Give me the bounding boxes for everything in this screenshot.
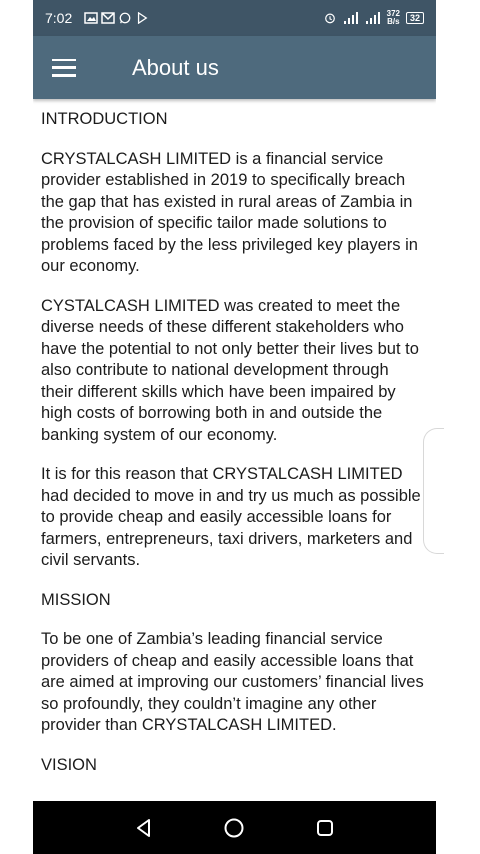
network-speed-unit: B/s [387, 17, 400, 26]
hamburger-menu-icon[interactable] [52, 58, 76, 77]
back-icon[interactable] [133, 817, 155, 839]
status-right: 372 B/s 32 [323, 10, 424, 26]
battery-indicator: 32 [405, 12, 424, 24]
app-bar: About us [33, 36, 436, 99]
network-speed: 372 B/s [387, 10, 400, 26]
page-title: About us [132, 54, 219, 80]
intro-paragraph-1: CRYSTALCASH LIMITED is a financial servi… [41, 149, 418, 276]
about-content[interactable]: INTRODUCTION CRYSTALCASH LIMITED is a fi… [33, 99, 436, 801]
phone-screen: 7:02 372 B/s 32 About us INTRODUCTION CR… [33, 0, 436, 854]
signal-icon [343, 12, 358, 24]
status-bar: 7:02 372 B/s 32 [33, 0, 436, 36]
play-store-icon [138, 12, 148, 24]
mission-paragraph: To be one of Zambia’s leading financial … [41, 630, 424, 734]
home-icon[interactable] [223, 817, 245, 839]
recents-icon[interactable] [314, 817, 336, 839]
edge-panel-handle[interactable] [423, 428, 444, 554]
alarm-icon [324, 13, 335, 24]
navigation-bar [33, 801, 436, 854]
status-left: 7:02 [45, 10, 149, 26]
vision-heading: VISION [41, 755, 97, 774]
mission-heading: MISSION [41, 590, 111, 609]
whatsapp-icon [119, 12, 131, 24]
gmail-icon [101, 12, 115, 24]
intro-paragraph-2: CYSTALCASH LIMITED was created to meet t… [41, 296, 419, 444]
intro-paragraph-3: It is for this reason that CRYSTALCASH L… [41, 465, 421, 569]
notification-icons [84, 12, 149, 24]
signal-4g-icon [365, 12, 380, 24]
introduction-heading: INTRODUCTION [41, 110, 168, 128]
status-time: 7:02 [45, 10, 73, 26]
gallery-icon [84, 12, 98, 24]
